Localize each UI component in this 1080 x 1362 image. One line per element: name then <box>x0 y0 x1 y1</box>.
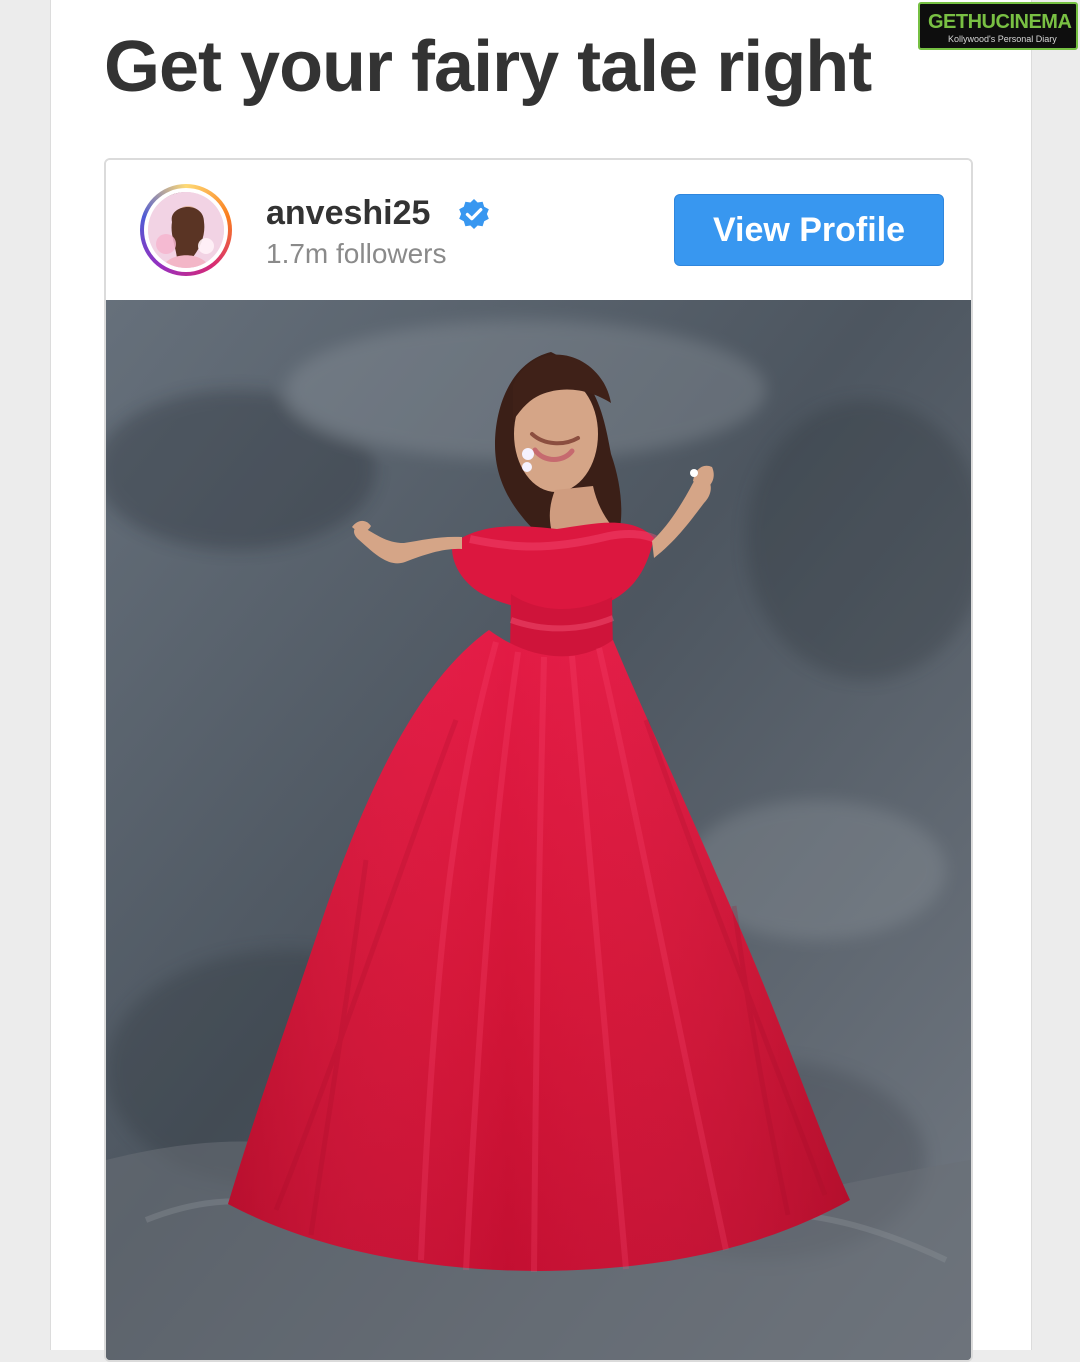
avatar-image <box>148 192 224 268</box>
watermark-name: GETHUCINEMA <box>928 11 1072 33</box>
embed-header: anveshi25 1.7m followers View Profile <box>106 160 971 301</box>
verified-badge-icon <box>459 199 489 229</box>
instagram-embed-card: anveshi25 1.7m followers View Profile <box>104 158 973 1362</box>
watermark-subtitle: Kollywood's Personal Diary <box>948 34 1057 44</box>
view-profile-button[interactable]: View Profile <box>674 194 944 266</box>
page-headline: Get your fairy tale right <box>104 27 872 107</box>
followers-count: 1.7m followers <box>266 238 447 269</box>
fashion-photo <box>106 300 971 1360</box>
post-photo[interactable] <box>106 300 971 1360</box>
watermark-logo: GETHUCINEMA Kollywood's Personal Diary <box>918 2 1078 50</box>
story-ring[interactable] <box>140 184 232 276</box>
profile-avatar <box>148 192 224 268</box>
username[interactable]: anveshi25 <box>266 194 430 233</box>
